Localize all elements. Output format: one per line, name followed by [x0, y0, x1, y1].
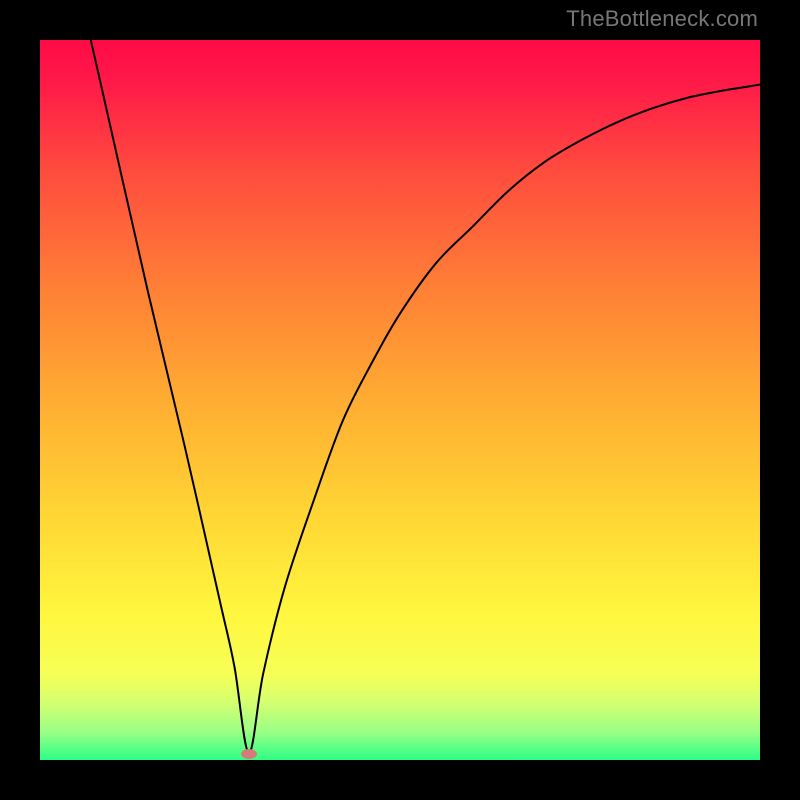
bottleneck-curve: [40, 40, 760, 760]
watermark-text: TheBottleneck.com: [566, 6, 758, 32]
minimum-marker-icon: [241, 749, 257, 759]
bottleneck-curve-path: [40, 40, 760, 753]
plot-area: [40, 40, 760, 760]
chart-frame: TheBottleneck.com: [0, 0, 800, 800]
